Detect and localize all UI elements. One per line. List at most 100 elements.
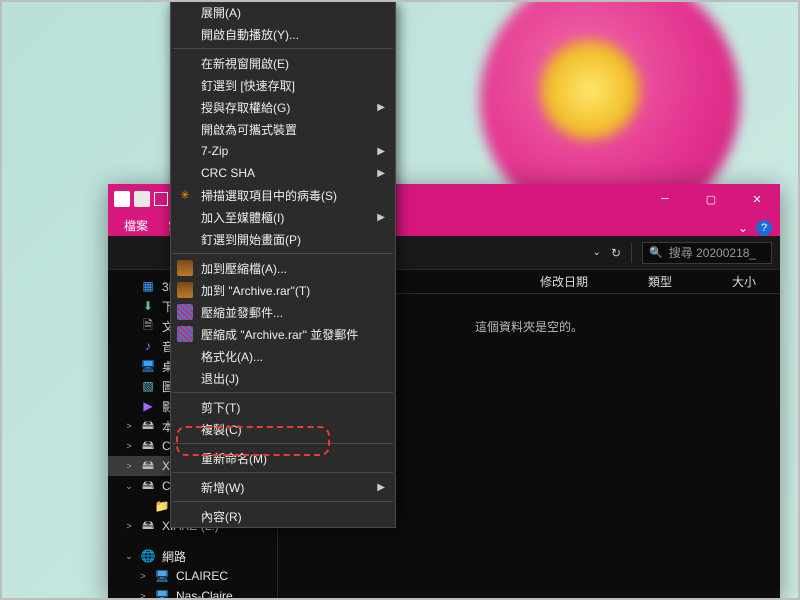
menu-item-label: 在新視窗開啟(E)	[201, 55, 289, 72]
tree-icon: 🖥	[154, 588, 170, 598]
quick-access-toolbar: ▾	[108, 184, 178, 214]
menu-item[interactable]: 格式化(A)...	[171, 345, 395, 367]
tree-icon: 🖥	[154, 568, 170, 584]
col-size: 大小	[732, 273, 756, 290]
menu-separator	[173, 392, 393, 393]
close-button[interactable]: ✕	[734, 184, 780, 214]
menu-item[interactable]: ✳掃描選取項目中的病毒(S)	[171, 184, 395, 206]
menu-item[interactable]: 複製(C)	[171, 418, 395, 440]
tree-icon: ▦	[140, 278, 156, 294]
menu-item-label: 釘選到開始畫面(P)	[201, 231, 301, 248]
tree-caret[interactable]: >	[124, 441, 134, 451]
menu-separator	[173, 443, 393, 444]
tree-icon: 🖴	[140, 458, 156, 474]
tree-item[interactable]: >🖥Nas-Claire	[108, 586, 277, 598]
tree-icon: 🖥	[140, 358, 156, 374]
menu-item-label: CRC SHA	[201, 166, 255, 180]
menu-item[interactable]: 壓縮成 "Archive.rar" 並發郵件	[171, 323, 395, 345]
menu-item-label: 重新命名(M)	[201, 450, 267, 467]
menu-item[interactable]: 退出(J)	[171, 367, 395, 389]
tree-caret[interactable]: >	[138, 571, 148, 581]
menu-item-label: 加到 "Archive.rar"(T)	[201, 282, 310, 299]
tree-label: 網路	[162, 548, 186, 565]
winrar-mail-icon	[177, 326, 193, 342]
menu-item-label: 展開(A)	[201, 4, 241, 21]
menu-item-label: 退出(J)	[201, 370, 239, 387]
tree-icon: ▧	[140, 378, 156, 394]
menu-item[interactable]: 剪下(T)	[171, 396, 395, 418]
menu-item-label: 內容(R)	[201, 508, 242, 525]
tree-caret[interactable]: >	[124, 461, 134, 471]
menu-item-label: 格式化(A)...	[201, 348, 263, 365]
menu-item[interactable]: CRC SHA ▶	[171, 162, 395, 184]
winrar-mail-icon	[177, 304, 193, 320]
qa-checkbox[interactable]	[154, 192, 168, 206]
menu-separator	[173, 472, 393, 473]
menu-item-label: 7-Zip	[201, 144, 228, 158]
menu-item[interactable]: 壓縮並發郵件...	[171, 301, 395, 323]
search-input[interactable]: 🔍 搜尋 20200218_	[642, 242, 772, 264]
menu-item[interactable]: 在新視窗開啟(E)	[171, 52, 395, 74]
tree-icon: 🖴	[140, 418, 156, 434]
submenu-arrow-icon: ▶	[377, 212, 385, 223]
menu-item[interactable]: 重新命名(M)	[171, 447, 395, 469]
minimize-button[interactable]: ─	[642, 184, 688, 214]
maximize-button[interactable]: ▢	[688, 184, 734, 214]
submenu-arrow-icon: ▶	[377, 168, 385, 179]
tree-icon: 🖴	[140, 438, 156, 454]
tree-icon: 🖴	[140, 518, 156, 534]
menu-item-label: 加入至媒體櫃(I)	[201, 209, 284, 226]
tree-caret[interactable]: >	[124, 521, 134, 531]
menu-item[interactable]: 釘選到開始畫面(P)	[171, 228, 395, 250]
menu-item-label: 新增(W)	[201, 479, 244, 496]
menu-item[interactable]: 開啟為可攜式裝置	[171, 118, 395, 140]
tree-icon: 📁	[154, 498, 170, 514]
search-icon: 🔍	[649, 246, 663, 259]
tree-icon: ▶	[140, 398, 156, 414]
tree-icon: 🖴	[140, 478, 156, 494]
menu-item-label: 複製(C)	[201, 421, 242, 438]
col-type: 類型	[648, 273, 672, 290]
address-dropdown-icon[interactable]: ⌄	[593, 247, 601, 258]
menu-item-label: 壓縮成 "Archive.rar" 並發郵件	[201, 326, 358, 343]
menu-item[interactable]: 7-Zip ▶	[171, 140, 395, 162]
folder-icon	[114, 191, 130, 207]
qa-icon[interactable]	[134, 191, 150, 207]
refresh-icon[interactable]: ↻	[611, 246, 621, 260]
menu-item[interactable]: 開啟自動播放(Y)...	[171, 23, 395, 45]
ribbon-collapse-icon[interactable]: ⌄	[738, 221, 748, 235]
tree-icon: ⬇	[140, 298, 156, 314]
tree-icon: 🌐	[140, 548, 156, 564]
menu-item-label: 剪下(T)	[201, 399, 240, 416]
menu-item-label: 開啟為可攜式裝置	[201, 121, 297, 138]
tree-label: CLAIREC	[176, 569, 228, 583]
menu-item[interactable]: 加入至媒體櫃(I) ▶	[171, 206, 395, 228]
ribbon-tab-file[interactable]: 檔案	[114, 215, 158, 236]
tree-caret[interactable]: >	[124, 421, 134, 431]
submenu-arrow-icon: ▶	[377, 146, 385, 157]
tree-caret[interactable]: ⌄	[124, 551, 134, 562]
tree-item[interactable]: ⌄ 🌐 網路	[108, 546, 277, 566]
menu-item[interactable]: 內容(R)	[171, 505, 395, 527]
menu-item-label: 壓縮並發郵件...	[201, 304, 283, 321]
menu-item[interactable]: 加到 "Archive.rar"(T)	[171, 279, 395, 301]
menu-item[interactable]: 釘選到 [快速存取]	[171, 74, 395, 96]
tree-caret[interactable]: ⌄	[124, 481, 134, 492]
submenu-arrow-icon: ▶	[377, 102, 385, 113]
col-date: 修改日期	[540, 273, 588, 290]
search-placeholder: 搜尋 20200218_	[669, 244, 756, 261]
submenu-arrow-icon: ▶	[377, 482, 385, 493]
menu-item[interactable]: 加到壓縮檔(A)...	[171, 257, 395, 279]
menu-item-label: 加到壓縮檔(A)...	[201, 260, 287, 277]
tree-caret[interactable]: >	[138, 591, 148, 598]
menu-separator	[173, 48, 393, 49]
help-icon[interactable]: ?	[756, 220, 772, 236]
tree-icon: 🗎	[140, 318, 156, 334]
winrar-icon	[177, 282, 193, 298]
tree-item[interactable]: > 🖥 CLAIREC	[108, 566, 277, 586]
menu-item[interactable]: 新增(W) ▶	[171, 476, 395, 498]
menu-item-label: 掃描選取項目中的病毒(S)	[201, 187, 337, 204]
context-menu: 展開(A) 開啟自動播放(Y)... 在新視窗開啟(E) 釘選到 [快速存取]授與存取…	[170, 0, 396, 528]
menu-item[interactable]: 展開(A)	[171, 1, 395, 23]
menu-item[interactable]: 授與存取權給(G)▶	[171, 96, 395, 118]
